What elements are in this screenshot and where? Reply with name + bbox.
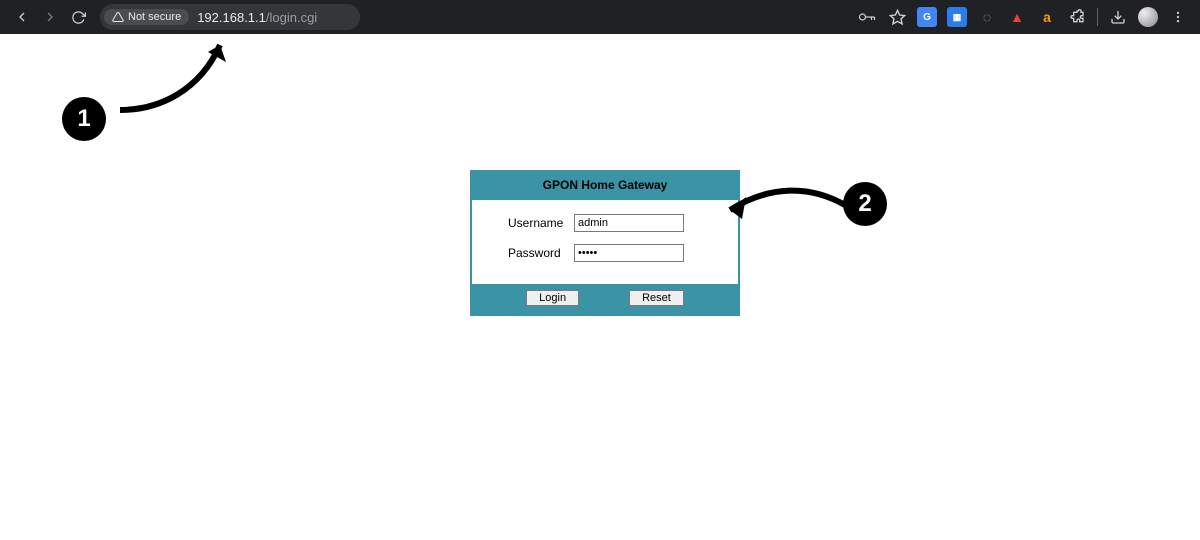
reset-button[interactable]: Reset [629,290,684,306]
security-label: Not secure [128,11,181,23]
username-row: Username [484,214,726,232]
url-host: 192.168.1.1 [197,10,266,25]
login-footer: Login Reset [472,284,738,314]
reload-button[interactable] [64,3,92,31]
back-button[interactable] [8,3,36,31]
extension-icon-green[interactable]: ◌ [977,7,997,27]
extension-icon-red[interactable]: ▲ [1007,7,1027,27]
browser-toolbar: Not secure 192.168.1.1/login.cgi G ▦ ◌ ▲… [0,0,1200,34]
profile-avatar[interactable] [1138,7,1158,27]
url-text: 192.168.1.1/login.cgi [197,10,317,25]
amazon-extension-icon[interactable]: a [1037,7,1057,27]
annotation-badge-2: 2 [843,182,887,226]
translate-extension-icon[interactable]: G [917,7,937,27]
downloads-icon[interactable] [1108,7,1128,27]
toolbar-right: G ▦ ◌ ▲ a [857,7,1192,27]
password-input[interactable] [574,244,684,262]
extension-icon-blue[interactable]: ▦ [947,7,967,27]
username-input[interactable] [574,214,684,232]
password-label: Password [484,246,574,260]
address-bar[interactable]: Not secure 192.168.1.1/login.cgi [100,4,360,30]
password-key-icon[interactable] [857,7,877,27]
warning-icon [112,11,124,23]
menu-dots-icon[interactable] [1168,7,1188,27]
forward-button[interactable] [36,3,64,31]
annotation-arrow-1 [100,30,260,130]
extensions-puzzle-icon[interactable] [1067,7,1087,27]
login-title: GPON Home Gateway [472,172,738,200]
login-panel: GPON Home Gateway Username Password Logi… [470,170,740,316]
login-button[interactable]: Login [526,290,579,306]
url-path: /login.cgi [266,10,317,25]
annotation-badge-1: 1 [62,97,106,141]
toolbar-divider [1097,8,1098,26]
username-label: Username [484,216,574,230]
bookmark-star-icon[interactable] [887,7,907,27]
login-body: Username Password [472,200,738,284]
password-row: Password [484,244,726,262]
security-badge[interactable]: Not secure [104,9,189,25]
